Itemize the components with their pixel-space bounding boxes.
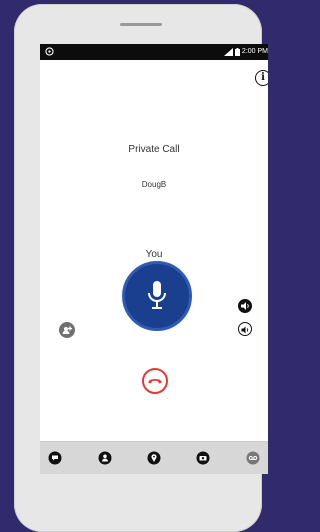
volume-icon <box>241 302 249 310</box>
current-speaker-label: You <box>145 249 163 260</box>
end-call-button[interactable] <box>142 368 168 394</box>
location-icon[interactable] <box>147 451 161 465</box>
contact-name: DougB <box>141 180 167 189</box>
signal-icon <box>223 47 233 56</box>
chat-icon[interactable] <box>48 451 62 465</box>
phone-frame: 2:00 PM i Private Call DougB You <box>14 4 268 532</box>
call-type-label: Private Call <box>128 144 180 155</box>
contacts-icon[interactable] <box>98 451 112 465</box>
status-bar: 2:00 PM <box>40 44 268 60</box>
add-participant-button[interactable] <box>59 322 75 338</box>
bottom-nav-bar <box>40 441 268 474</box>
audio-route-icon <box>241 326 249 334</box>
microphone-icon <box>148 281 166 309</box>
info-icon[interactable]: i <box>255 70 268 86</box>
phone-speaker <box>120 23 162 26</box>
add-participant-icon <box>62 326 72 334</box>
settings-icon <box>45 47 54 56</box>
battery-icon <box>234 47 240 56</box>
volume-button[interactable] <box>238 299 252 313</box>
app-screen: 2:00 PM i Private Call DougB You <box>40 44 268 474</box>
video-icon[interactable] <box>196 451 210 465</box>
voicemail-icon[interactable] <box>246 451 260 465</box>
end-call-icon <box>148 379 162 384</box>
audio-route-button[interactable] <box>238 322 252 336</box>
status-time: 2:00 PM <box>241 48 268 55</box>
push-to-talk-button[interactable] <box>122 261 192 331</box>
